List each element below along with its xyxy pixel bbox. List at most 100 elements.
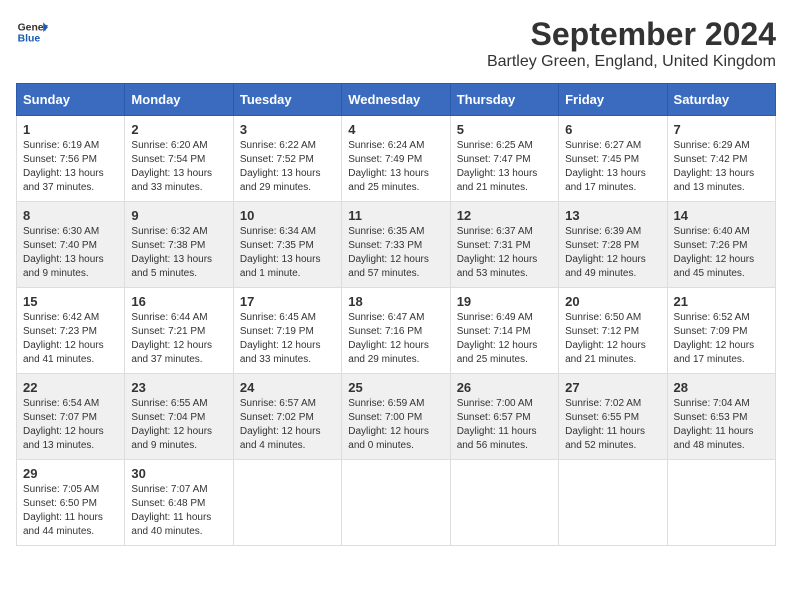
col-thursday: Thursday [450, 84, 558, 116]
day-number: 7 [674, 122, 769, 137]
col-friday: Friday [559, 84, 667, 116]
day-number: 8 [23, 208, 118, 223]
day-info: Sunrise: 6:57 AMSunset: 7:02 PMDaylight:… [240, 398, 321, 451]
table-row: 11 Sunrise: 6:35 AMSunset: 7:33 PMDaylig… [342, 202, 450, 288]
day-number: 24 [240, 380, 335, 395]
table-row: 2 Sunrise: 6:20 AMSunset: 7:54 PMDayligh… [125, 116, 233, 202]
day-info: Sunrise: 7:00 AMSunset: 6:57 PMDaylight:… [457, 398, 537, 451]
day-number: 5 [457, 122, 552, 137]
svg-text:Blue: Blue [18, 34, 41, 45]
day-number: 11 [348, 208, 443, 223]
table-row: 30 Sunrise: 7:07 AMSunset: 6:48 PMDaylig… [125, 460, 233, 546]
day-info: Sunrise: 6:37 AMSunset: 7:31 PMDaylight:… [457, 226, 538, 279]
header: General Blue September 2024 Bartley Gree… [16, 16, 776, 71]
table-row: 7 Sunrise: 6:29 AMSunset: 7:42 PMDayligh… [667, 116, 775, 202]
table-row: 20 Sunrise: 6:50 AMSunset: 7:12 PMDaylig… [559, 288, 667, 374]
logo: General Blue [16, 16, 48, 48]
calendar-week-5: 29 Sunrise: 7:05 AMSunset: 6:50 PMDaylig… [17, 460, 776, 546]
table-row: 4 Sunrise: 6:24 AMSunset: 7:49 PMDayligh… [342, 116, 450, 202]
table-row: 12 Sunrise: 6:37 AMSunset: 7:31 PMDaylig… [450, 202, 558, 288]
table-row: 29 Sunrise: 7:05 AMSunset: 6:50 PMDaylig… [17, 460, 125, 546]
day-info: Sunrise: 6:19 AMSunset: 7:56 PMDaylight:… [23, 140, 104, 193]
day-info: Sunrise: 6:55 AMSunset: 7:04 PMDaylight:… [131, 398, 212, 451]
day-info: Sunrise: 6:54 AMSunset: 7:07 PMDaylight:… [23, 398, 104, 451]
day-info: Sunrise: 6:30 AMSunset: 7:40 PMDaylight:… [23, 226, 104, 279]
col-sunday: Sunday [17, 84, 125, 116]
table-row: 26 Sunrise: 7:00 AMSunset: 6:57 PMDaylig… [450, 374, 558, 460]
day-number: 21 [674, 294, 769, 309]
table-row: 8 Sunrise: 6:30 AMSunset: 7:40 PMDayligh… [17, 202, 125, 288]
day-info: Sunrise: 6:29 AMSunset: 7:42 PMDaylight:… [674, 140, 755, 193]
day-info: Sunrise: 6:42 AMSunset: 7:23 PMDaylight:… [23, 312, 104, 365]
day-number: 10 [240, 208, 335, 223]
table-row: 24 Sunrise: 6:57 AMSunset: 7:02 PMDaylig… [233, 374, 341, 460]
logo-icon: General Blue [16, 16, 48, 48]
table-row: 6 Sunrise: 6:27 AMSunset: 7:45 PMDayligh… [559, 116, 667, 202]
day-number: 16 [131, 294, 226, 309]
day-number: 4 [348, 122, 443, 137]
col-saturday: Saturday [667, 84, 775, 116]
day-info: Sunrise: 6:45 AMSunset: 7:19 PMDaylight:… [240, 312, 321, 365]
day-info: Sunrise: 7:07 AMSunset: 6:48 PMDaylight:… [131, 484, 211, 537]
day-info: Sunrise: 6:32 AMSunset: 7:38 PMDaylight:… [131, 226, 212, 279]
day-info: Sunrise: 6:47 AMSunset: 7:16 PMDaylight:… [348, 312, 429, 365]
table-row: 18 Sunrise: 6:47 AMSunset: 7:16 PMDaylig… [342, 288, 450, 374]
table-row: 10 Sunrise: 6:34 AMSunset: 7:35 PMDaylig… [233, 202, 341, 288]
page-title: September 2024 [487, 16, 776, 53]
day-number: 27 [565, 380, 660, 395]
table-row: 22 Sunrise: 6:54 AMSunset: 7:07 PMDaylig… [17, 374, 125, 460]
day-info: Sunrise: 6:20 AMSunset: 7:54 PMDaylight:… [131, 140, 212, 193]
table-row [559, 460, 667, 546]
calendar-week-3: 15 Sunrise: 6:42 AMSunset: 7:23 PMDaylig… [17, 288, 776, 374]
day-number: 3 [240, 122, 335, 137]
day-info: Sunrise: 6:35 AMSunset: 7:33 PMDaylight:… [348, 226, 429, 279]
day-info: Sunrise: 6:39 AMSunset: 7:28 PMDaylight:… [565, 226, 646, 279]
day-number: 13 [565, 208, 660, 223]
table-row: 14 Sunrise: 6:40 AMSunset: 7:26 PMDaylig… [667, 202, 775, 288]
day-number: 23 [131, 380, 226, 395]
day-number: 18 [348, 294, 443, 309]
day-info: Sunrise: 6:40 AMSunset: 7:26 PMDaylight:… [674, 226, 755, 279]
day-number: 12 [457, 208, 552, 223]
day-info: Sunrise: 6:49 AMSunset: 7:14 PMDaylight:… [457, 312, 538, 365]
table-row: 17 Sunrise: 6:45 AMSunset: 7:19 PMDaylig… [233, 288, 341, 374]
day-info: Sunrise: 6:44 AMSunset: 7:21 PMDaylight:… [131, 312, 212, 365]
day-info: Sunrise: 6:25 AMSunset: 7:47 PMDaylight:… [457, 140, 538, 193]
day-number: 30 [131, 466, 226, 481]
table-row: 27 Sunrise: 7:02 AMSunset: 6:55 PMDaylig… [559, 374, 667, 460]
table-row: 25 Sunrise: 6:59 AMSunset: 7:00 PMDaylig… [342, 374, 450, 460]
table-row: 21 Sunrise: 6:52 AMSunset: 7:09 PMDaylig… [667, 288, 775, 374]
table-row [233, 460, 341, 546]
day-info: Sunrise: 7:05 AMSunset: 6:50 PMDaylight:… [23, 484, 103, 537]
calendar-header-row: Sunday Monday Tuesday Wednesday Thursday… [17, 84, 776, 116]
table-row: 15 Sunrise: 6:42 AMSunset: 7:23 PMDaylig… [17, 288, 125, 374]
table-row [667, 460, 775, 546]
day-number: 15 [23, 294, 118, 309]
table-row [342, 460, 450, 546]
day-info: Sunrise: 6:24 AMSunset: 7:49 PMDaylight:… [348, 140, 429, 193]
table-row: 9 Sunrise: 6:32 AMSunset: 7:38 PMDayligh… [125, 202, 233, 288]
col-tuesday: Tuesday [233, 84, 341, 116]
title-area: September 2024 Bartley Green, England, U… [487, 16, 776, 71]
day-number: 6 [565, 122, 660, 137]
table-row: 13 Sunrise: 6:39 AMSunset: 7:28 PMDaylig… [559, 202, 667, 288]
day-number: 20 [565, 294, 660, 309]
day-number: 2 [131, 122, 226, 137]
table-row: 3 Sunrise: 6:22 AMSunset: 7:52 PMDayligh… [233, 116, 341, 202]
day-info: Sunrise: 6:52 AMSunset: 7:09 PMDaylight:… [674, 312, 755, 365]
day-info: Sunrise: 7:04 AMSunset: 6:53 PMDaylight:… [674, 398, 754, 451]
day-number: 17 [240, 294, 335, 309]
calendar-week-4: 22 Sunrise: 6:54 AMSunset: 7:07 PMDaylig… [17, 374, 776, 460]
day-number: 29 [23, 466, 118, 481]
col-wednesday: Wednesday [342, 84, 450, 116]
table-row: 1 Sunrise: 6:19 AMSunset: 7:56 PMDayligh… [17, 116, 125, 202]
table-row: 5 Sunrise: 6:25 AMSunset: 7:47 PMDayligh… [450, 116, 558, 202]
table-row: 28 Sunrise: 7:04 AMSunset: 6:53 PMDaylig… [667, 374, 775, 460]
calendar-week-1: 1 Sunrise: 6:19 AMSunset: 7:56 PMDayligh… [17, 116, 776, 202]
day-number: 26 [457, 380, 552, 395]
day-number: 14 [674, 208, 769, 223]
day-number: 19 [457, 294, 552, 309]
day-number: 28 [674, 380, 769, 395]
day-info: Sunrise: 7:02 AMSunset: 6:55 PMDaylight:… [565, 398, 645, 451]
table-row: 16 Sunrise: 6:44 AMSunset: 7:21 PMDaylig… [125, 288, 233, 374]
